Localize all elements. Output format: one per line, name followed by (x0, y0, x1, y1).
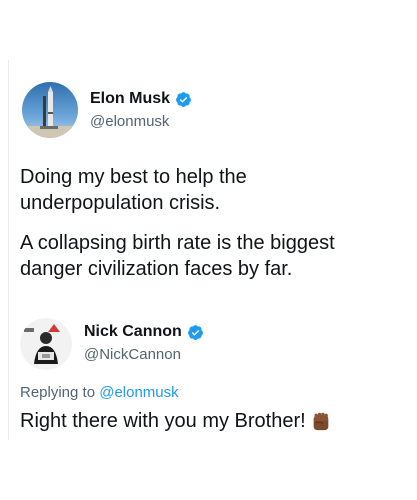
nick-avatar[interactable] (20, 318, 72, 370)
tweet-text-line: danger civilization faces by far. (20, 258, 293, 280)
tweet-text-line: Doing my best to help the (20, 166, 247, 188)
verified-badge-icon (187, 324, 203, 340)
replying-to-line: Replying to @elonmusk (20, 384, 179, 401)
tweet-screenshot: Elon Musk @elonmusk Doing my best to hel… (0, 0, 417, 500)
raised-fist-icon (313, 412, 329, 431)
reply-text-content: Right there with you my Brother! (20, 410, 306, 432)
replying-mention-link[interactable]: @elonmusk (99, 384, 178, 401)
verified-badge-icon (176, 91, 191, 107)
main-tweet: Elon Musk @elonmusk Doing my best to hel… (0, 0, 417, 320)
author-name[interactable]: Elon Musk (90, 90, 170, 108)
rocket-launch-avatar-icon (22, 82, 78, 138)
nick-cannon-avatar-icon (20, 318, 72, 370)
elon-name-row: Elon Musk (90, 90, 192, 108)
nick-name-row: Nick Cannon (84, 323, 204, 341)
reply-author-handle[interactable]: @NickCannon (84, 346, 181, 363)
reply-text: Right there with you my Brother! (20, 408, 332, 434)
author-handle[interactable]: @elonmusk (90, 113, 169, 130)
tweet-text-line: underpopulation crisis. (20, 192, 221, 214)
tweet-text-line: A collapsing birth rate is the biggest (20, 232, 335, 254)
replying-prefix: Replying to (20, 384, 96, 401)
elon-avatar[interactable] (22, 82, 78, 138)
reply-author-name[interactable]: Nick Cannon (84, 323, 182, 341)
